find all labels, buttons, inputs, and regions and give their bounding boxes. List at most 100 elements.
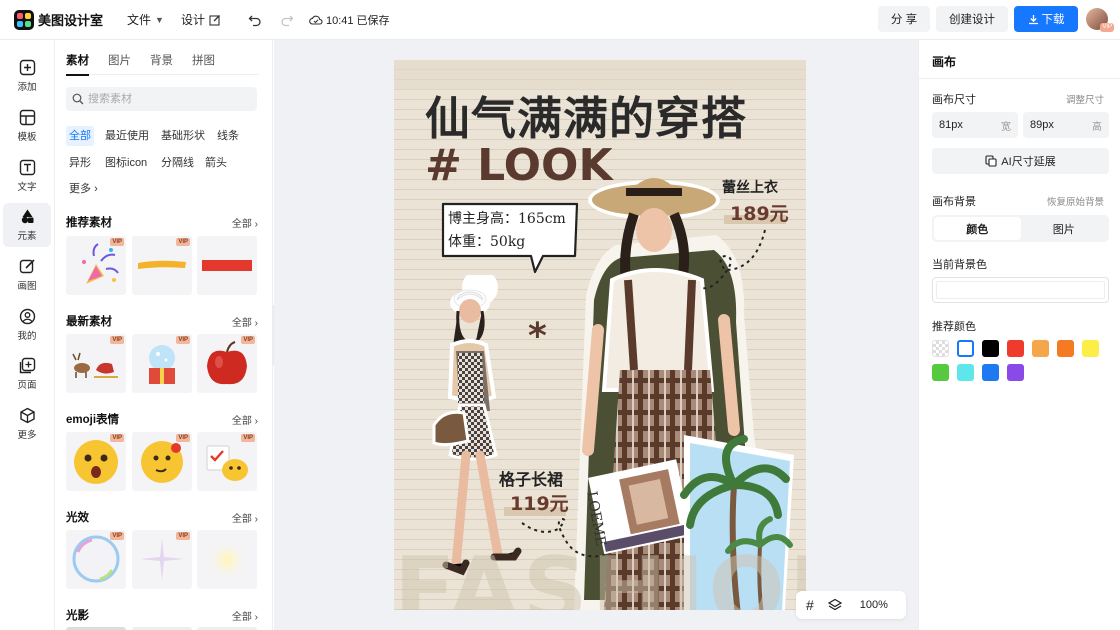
edit-icon bbox=[209, 14, 220, 26]
undo-button[interactable] bbox=[243, 8, 267, 32]
zoom-level[interactable]: 100% bbox=[860, 599, 888, 611]
asset-thumb-bubble[interactable]: VIP bbox=[66, 530, 126, 589]
section-header-recommended: 推荐素材 全部 › bbox=[66, 214, 258, 230]
chip-recent[interactable]: 最近使用 bbox=[102, 126, 152, 146]
app-logo[interactable]: 美图设计室 bbox=[14, 9, 110, 30]
file-menu[interactable]: 文件 ▼ bbox=[127, 11, 164, 28]
swatch-yellow[interactable] bbox=[1082, 340, 1099, 357]
section-more-link[interactable]: 全部 › bbox=[232, 314, 258, 329]
asset-thumb-snow-globe-gift[interactable]: VIP bbox=[132, 334, 192, 393]
canvas-area[interactable]: 仙气满满的穿搭 # LOOK 博主身高：165cm 体重：50kg * LOEM… bbox=[274, 40, 918, 630]
item1-name-text[interactable]: 蕾丝上衣 bbox=[722, 177, 778, 197]
create-design-button[interactable]: 创建设计 bbox=[936, 6, 1008, 32]
rail-item-more[interactable]: 更多 bbox=[3, 402, 51, 446]
layers-icon[interactable] bbox=[827, 598, 842, 612]
search-icon bbox=[72, 93, 84, 105]
asset-thumb-sparkle[interactable]: VIP bbox=[132, 530, 192, 589]
height-unit: 高 bbox=[1092, 121, 1102, 133]
avatar[interactable]: VIP bbox=[1086, 8, 1114, 32]
tab-materials[interactable]: 素材 bbox=[66, 52, 89, 76]
current-color-label: 当前背景色 bbox=[932, 259, 987, 271]
redo-button[interactable] bbox=[275, 8, 299, 32]
poster-headline[interactable]: 仙气满满的穿搭 bbox=[425, 82, 747, 147]
height-value: 89px bbox=[1030, 119, 1054, 131]
section-more-link[interactable]: 全部 › bbox=[232, 215, 258, 230]
tab-backgrounds[interactable]: 背景 bbox=[150, 52, 173, 75]
chip-lines[interactable]: 线条 bbox=[214, 126, 242, 146]
swatch-light-orange[interactable] bbox=[1032, 340, 1049, 357]
tab-collage[interactable]: 拼图 bbox=[192, 52, 215, 75]
item2-name-text[interactable]: 格子长裙 bbox=[499, 466, 563, 490]
rail-item-text[interactable]: 文字 bbox=[3, 154, 51, 198]
chevron-right-icon: › bbox=[94, 183, 98, 195]
width-field[interactable]: 81px 宽 bbox=[932, 112, 1018, 138]
section-title: 光影 bbox=[66, 610, 89, 622]
draw-icon bbox=[19, 259, 35, 274]
rail-item-add[interactable]: 添加 bbox=[3, 54, 51, 98]
avatar-vip-badge: VIP bbox=[1100, 23, 1114, 32]
section-more-link[interactable]: 全部 › bbox=[232, 510, 258, 525]
rail-item-mine[interactable]: 我的 bbox=[3, 303, 51, 347]
download-button[interactable]: 下载 bbox=[1014, 6, 1078, 32]
rail-item-page[interactable]: 页面 bbox=[3, 352, 51, 396]
design-artboard[interactable]: 仙气满满的穿搭 # LOOK 博主身高：165cm 体重：50kg * LOEM… bbox=[394, 60, 806, 610]
asset-thumb-emoji-checklist[interactable]: VIP bbox=[197, 432, 257, 491]
bg-type-color[interactable]: 颜色 bbox=[934, 217, 1021, 240]
swatch-cyan[interactable] bbox=[957, 364, 974, 381]
chip-icons[interactable]: 图标icon bbox=[102, 153, 150, 173]
canvas-size-label: 画布尺寸 bbox=[932, 94, 976, 106]
swatch-red[interactable] bbox=[1007, 340, 1024, 357]
chip-arrows[interactable]: 箭头 bbox=[202, 153, 230, 173]
search-box[interactable] bbox=[66, 87, 257, 111]
asset-thumb-glow[interactable] bbox=[197, 530, 257, 589]
grid-hash-icon[interactable]: # bbox=[806, 597, 814, 613]
asset-thumb-emoji-shocked[interactable]: VIP bbox=[66, 432, 126, 491]
canvas-toolbar: # 100% bbox=[796, 591, 906, 619]
item2-price-text[interactable]: 119元 bbox=[510, 489, 569, 516]
asset-thumb-emoji-thinking[interactable]: VIP bbox=[132, 432, 192, 491]
rail-label: 添加 bbox=[17, 82, 37, 93]
resize-link[interactable]: 调整尺寸 bbox=[1066, 92, 1104, 106]
section-more-link[interactable]: 全部 › bbox=[232, 608, 258, 623]
chip-more[interactable]: 更多 › bbox=[66, 179, 101, 199]
asset-thumb-red-bar[interactable] bbox=[197, 236, 257, 295]
asset-thumb-party-popper[interactable]: VIP bbox=[66, 236, 126, 295]
tab-images[interactable]: 图片 bbox=[108, 52, 131, 75]
asset-thumb-reindeer-sleigh[interactable]: VIP bbox=[66, 334, 126, 393]
shapes-icon bbox=[21, 209, 33, 224]
vip-badge: VIP bbox=[110, 238, 124, 246]
section-more-link[interactable]: 全部 › bbox=[232, 412, 258, 427]
rail-item-template[interactable]: 模板 bbox=[3, 104, 51, 148]
swatch-black[interactable] bbox=[982, 340, 999, 357]
swatch-white[interactable] bbox=[957, 340, 974, 357]
swatch-purple[interactable] bbox=[1007, 364, 1024, 381]
asset-thumb-apple[interactable]: VIP bbox=[197, 334, 257, 393]
section-more-label: 全部 bbox=[231, 218, 252, 230]
chip-irregular[interactable]: 异形 bbox=[66, 153, 94, 173]
bg-type-image[interactable]: 图片 bbox=[1021, 217, 1108, 240]
chip-dividers[interactable]: 分隔线 bbox=[158, 153, 197, 173]
bubble-weight-text[interactable]: 体重：50kg bbox=[448, 231, 525, 251]
rail-item-elements[interactable]: 元素 bbox=[3, 203, 51, 247]
rail-label: 我的 bbox=[17, 331, 37, 342]
rail-item-draw[interactable]: 画图 bbox=[3, 253, 51, 297]
chip-basic-shapes[interactable]: 基础形状 bbox=[158, 126, 208, 146]
share-button[interactable]: 分 享 bbox=[878, 6, 930, 32]
search-input[interactable] bbox=[88, 93, 238, 105]
ai-resize-button[interactable]: AI尺寸延展 bbox=[932, 148, 1109, 174]
page-add-icon bbox=[19, 357, 35, 374]
asset-thumb-yellow-stroke[interactable]: VIP bbox=[132, 236, 192, 295]
swatch-orange[interactable] bbox=[1057, 340, 1074, 357]
vip-badge: VIP bbox=[110, 336, 124, 344]
chip-all[interactable]: 全部 bbox=[66, 126, 94, 146]
swatch-transparent[interactable] bbox=[932, 340, 949, 357]
current-color-picker[interactable] bbox=[932, 277, 1109, 303]
plus-square-icon bbox=[19, 59, 35, 76]
bubble-height-text[interactable]: 博主身高：165cm bbox=[448, 208, 566, 228]
item1-price-text[interactable]: 189元 bbox=[730, 199, 789, 226]
swatch-green[interactable] bbox=[932, 364, 949, 381]
reset-bg-link[interactable]: 恢复原始背景 bbox=[1047, 194, 1104, 208]
design-menu[interactable]: 设计 bbox=[181, 11, 221, 28]
swatch-blue[interactable] bbox=[982, 364, 999, 381]
height-field[interactable]: 89px 高 bbox=[1023, 112, 1109, 138]
